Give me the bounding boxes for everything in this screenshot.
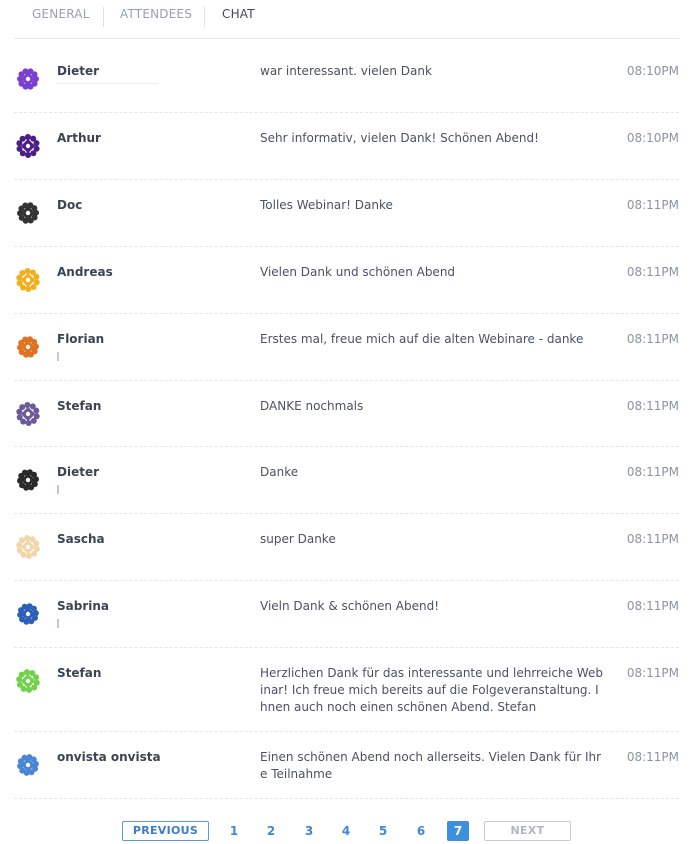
tab-general[interactable]: GENERAL [32, 7, 90, 27]
avatar [14, 751, 42, 779]
avatar [14, 266, 42, 294]
tab-bar: GENERAL ATTENDEES CHAT [14, 0, 679, 39]
message-timestamp: 08:10PM [626, 131, 679, 145]
sender-name: Doc [57, 198, 83, 212]
message-timestamp: 08:11PM [626, 198, 679, 212]
tab-general-label: GENERAL [32, 7, 90, 21]
avatar [14, 600, 42, 628]
tab-chat-label: CHAT [222, 7, 255, 21]
avatar [14, 132, 42, 160]
sender-name: Arthur [57, 131, 101, 145]
chat-message-row: Florian Erstes mal, freue mich auf die al… [14, 314, 679, 381]
message-timestamp: 08:11PM [626, 465, 679, 479]
avatar [14, 333, 42, 361]
chat-message-row: Doc Tolles Webinar! Danke 08:11PM [14, 180, 679, 247]
chat-message-row: Dieter war interessant. vielen Dank 08:10P… [14, 38, 679, 113]
sender-name: Stefan [57, 399, 102, 413]
sender-name: Sascha [57, 532, 105, 546]
avatar [14, 466, 42, 494]
message-timestamp: 08:11PM [626, 599, 679, 613]
chat-message-row: Arthur Sehr informativ, vielen Dank! Schö… [14, 113, 679, 180]
page-7-button[interactable]: 7 [447, 821, 469, 841]
message-text: Tolles Webinar! Danke [260, 198, 393, 212]
message-text: Herzlichen Dank für das interessante und… [260, 666, 603, 714]
sender-name: Dieter [57, 64, 100, 78]
chat-message-row: Stefan DANKE nochmals 08:11PM [14, 381, 679, 447]
message-timestamp: 08:11PM [626, 332, 679, 346]
sender-subtitle-marker [57, 83, 157, 84]
avatar [14, 65, 42, 93]
tab-attendees-label: ATTENDEES [120, 7, 193, 21]
avatar [14, 400, 42, 428]
tab-attendees[interactable]: ATTENDEES [103, 7, 192, 27]
page-1-button[interactable]: 1 [223, 821, 245, 841]
chat-list: Dieter war interessant. vielen Dank 08:10P… [14, 38, 679, 799]
sender-name: Dieter [57, 465, 100, 479]
avatar [14, 199, 42, 227]
sender-name: onvista onvista [57, 750, 161, 764]
next-button[interactable]: NEXT [484, 821, 571, 841]
page-2-button[interactable]: 2 [260, 821, 282, 841]
message-timestamp: 08:10PM [626, 64, 679, 78]
page-3-button[interactable]: 3 [298, 821, 320, 841]
page-6-button[interactable]: 6 [410, 821, 432, 841]
tab-chat[interactable]: CHAT [204, 7, 255, 27]
message-text: Vieln Dank & schönen Abend! [260, 599, 439, 613]
sender-name: Stefan [57, 666, 102, 680]
chat-message-row: onvista onvista Einen schönen Abend noch … [14, 732, 679, 799]
sender-subtitle-marker [57, 485, 59, 494]
chat-message-row: Sascha super Danke 08:11PM [14, 514, 679, 581]
avatar [14, 667, 42, 695]
message-text: Vielen Dank und schönen Abend [260, 265, 456, 279]
avatar [14, 533, 42, 561]
message-timestamp: 08:11PM [626, 666, 679, 680]
sender-subtitle-marker [57, 619, 59, 628]
message-text: super Danke [260, 532, 336, 546]
page-4-button[interactable]: 4 [335, 821, 357, 841]
sender-name: Florian [57, 332, 105, 346]
chat-message-row: Dieter Danke 08:11PM [14, 447, 679, 514]
message-text: Sehr informativ, vielen Dank! Schönen Ab… [260, 131, 539, 145]
message-text: Einen schönen Abend noch allerseits. Vie… [260, 750, 602, 781]
message-timestamp: 08:11PM [626, 399, 679, 413]
page-5-button[interactable]: 5 [372, 821, 394, 841]
sender-name: Sabrina [57, 599, 110, 613]
message-text: war interessant. vielen Dank [260, 64, 432, 78]
message-timestamp: 08:11PM [626, 750, 679, 764]
message-text: DANKE nochmals [260, 399, 364, 413]
message-text: Erstes mal, freue mich auf die alten Web… [260, 332, 584, 346]
sender-name: Andreas [57, 265, 113, 279]
message-timestamp: 08:11PM [626, 532, 679, 546]
message-text: Danke [260, 465, 299, 479]
chat-message-row: Sabrina Vieln Dank & schönen Abend! 08:11P… [14, 581, 679, 648]
sender-subtitle-marker [57, 352, 59, 361]
message-timestamp: 08:11PM [626, 265, 679, 279]
pagination: PREVIOUS 1 2 3 4 5 6 7 NEXT [0, 820, 693, 844]
chat-message-row: Stefan Herzlichen Dank für das interessan… [14, 648, 679, 732]
previous-button[interactable]: PREVIOUS [122, 821, 209, 841]
chat-message-row: Andreas Vielen Dank und schönen Abend 08:1… [14, 247, 679, 314]
